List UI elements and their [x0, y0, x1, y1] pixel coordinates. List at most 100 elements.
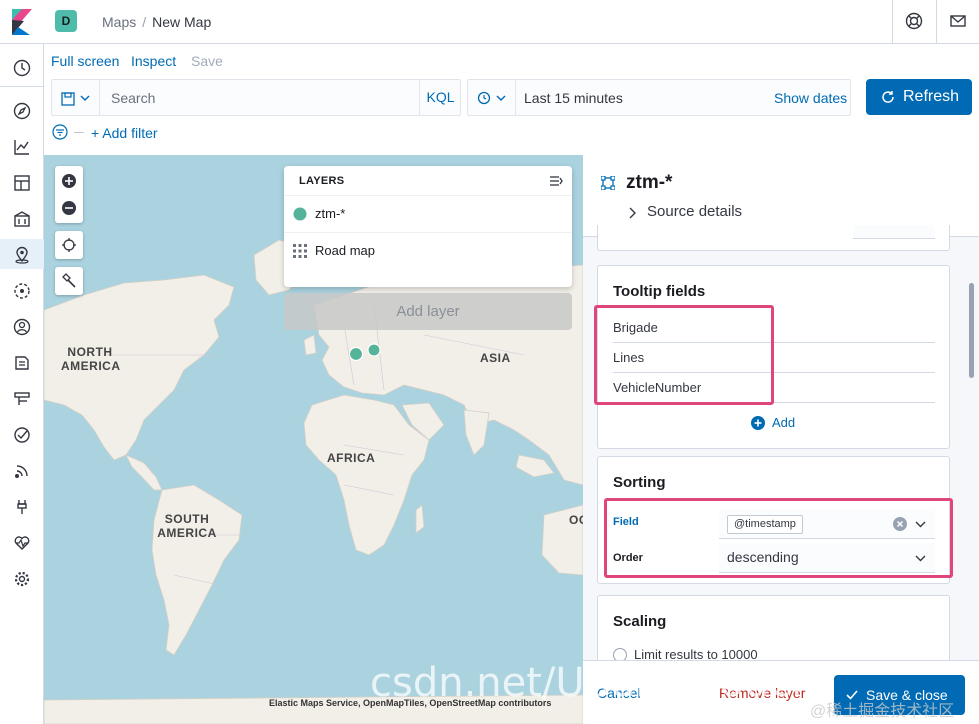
- map-label-africa: AFRICA: [327, 451, 376, 465]
- watermark-credit: @稀土掘金技术社区: [810, 703, 955, 720]
- date-picker: Last 15 minutes Show dates: [467, 79, 851, 116]
- refresh-icon: [882, 91, 894, 103]
- data-point: [367, 343, 381, 357]
- nav-canvas[interactable]: [0, 203, 44, 233]
- ml-icon: [14, 283, 30, 299]
- zoom-in-button[interactable]: [55, 168, 83, 194]
- kql-toggle[interactable]: KQL: [419, 80, 461, 115]
- full-screen-link[interactable]: Full screen: [51, 53, 119, 69]
- search-input[interactable]: [101, 80, 419, 115]
- zoom-in-icon: [62, 174, 76, 188]
- tooltip-fields-highlight: [594, 305, 774, 405]
- chevron-down-icon: [80, 95, 90, 101]
- nav-uptime[interactable]: [0, 419, 44, 449]
- vector-layer-icon: [601, 176, 615, 190]
- watermark-text: csdn.net/UbuntuTouch: [370, 660, 817, 706]
- map-label-north-america: NORTH AMERICA: [61, 345, 121, 373]
- space-avatar[interactable]: D: [55, 10, 77, 32]
- sorting-heading: Sorting: [613, 474, 666, 491]
- save-link[interactable]: Save: [191, 53, 223, 69]
- saved-query-button[interactable]: [52, 80, 100, 115]
- uptime-icon: [14, 427, 30, 443]
- breadcrumb-separator: /: [142, 14, 147, 30]
- filter-divider: [74, 132, 84, 133]
- tools-icon: [62, 273, 76, 288]
- zoom-out-icon: [62, 201, 76, 215]
- nav-siem[interactable]: [0, 455, 44, 485]
- infrastructure-icon: [13, 318, 31, 336]
- chevron-right-icon[interactable]: [629, 207, 637, 219]
- heartbeat-icon: [14, 536, 30, 550]
- inspect-link[interactable]: Inspect: [131, 53, 176, 69]
- dashboard-icon: [14, 175, 30, 191]
- nav-divider: [0, 86, 44, 87]
- show-dates-link[interactable]: Show dates: [774, 90, 847, 106]
- mail-button[interactable]: [936, 0, 979, 44]
- layer-name: Road map: [315, 243, 375, 258]
- nav-ml[interactable]: [0, 275, 44, 305]
- help-icon: [905, 12, 923, 30]
- nav-discover[interactable]: [0, 95, 44, 125]
- previous-panel-edge: [597, 225, 950, 251]
- layer-item-ztm[interactable]: ztm-*: [284, 195, 572, 232]
- add-tooltip-label: Add: [772, 415, 796, 430]
- plus-circle-icon: [751, 416, 765, 430]
- crosshair-icon: [62, 238, 76, 252]
- side-nav: [0, 44, 44, 724]
- nav-logs[interactable]: [0, 347, 44, 377]
- nav-dashboard[interactable]: [0, 167, 44, 197]
- nav-management[interactable]: [0, 563, 44, 593]
- nav-monitoring[interactable]: [0, 527, 44, 557]
- add-filter-link[interactable]: + Add filter: [91, 125, 158, 141]
- chevron-down-icon: [496, 95, 506, 101]
- top-header: D Maps / New Map: [0, 0, 979, 44]
- nav-apm[interactable]: [0, 383, 44, 413]
- collapse-layers-button[interactable]: [549, 174, 563, 190]
- add-layer-button[interactable]: Add layer: [284, 293, 572, 330]
- sorting-highlight: [604, 498, 953, 578]
- quick-select-button[interactable]: [468, 80, 516, 115]
- panel-scrollbar[interactable]: [969, 283, 974, 378]
- breadcrumb-new-map: New Map: [152, 14, 212, 30]
- map-label-asia: ASIA: [480, 351, 511, 365]
- zoom-out-button[interactable]: [55, 195, 83, 221]
- kibana-logo-icon[interactable]: [10, 9, 34, 35]
- collapse-icon: [550, 176, 563, 186]
- gear-icon: [14, 571, 30, 587]
- wrench-icon: [17, 500, 27, 514]
- map-label-oceania: OC: [569, 513, 583, 527]
- date-range-label[interactable]: Last 15 minutes: [524, 90, 623, 106]
- circle-icon: [293, 207, 307, 221]
- draw-tools-button[interactable]: [55, 267, 83, 295]
- help-button[interactable]: [892, 0, 935, 44]
- breadcrumb: Maps / New Map: [102, 14, 211, 30]
- scaling-heading: Scaling: [613, 613, 667, 630]
- ztm-data-points: [348, 343, 381, 362]
- set-view-button[interactable]: [55, 231, 83, 259]
- map-pin-icon: [15, 246, 29, 264]
- layers-title: LAYERS: [299, 175, 345, 187]
- nav-recent[interactable]: [0, 52, 44, 82]
- grid-icon: [293, 244, 307, 258]
- nav-infrastructure[interactable]: [0, 311, 44, 341]
- breadcrumb-maps[interactable]: Maps: [102, 14, 136, 30]
- layer-name: ztm-*: [315, 206, 346, 221]
- mail-icon: [950, 15, 966, 27]
- logs-icon: [15, 356, 29, 370]
- layer-control-panel: LAYERS ztm-* Road map: [284, 166, 572, 287]
- filter-options-button[interactable]: [52, 124, 68, 143]
- calendar-clock-icon: [477, 91, 491, 105]
- filter-icon: [52, 124, 68, 140]
- apm-icon: [14, 392, 30, 405]
- map-label-south-america: SOUTH AMERICA: [157, 512, 217, 540]
- layer-item-road-map[interactable]: Road map: [284, 232, 572, 269]
- compass-icon: [13, 102, 31, 120]
- save-icon: [61, 92, 75, 106]
- signal-icon: [15, 465, 28, 478]
- nav-maps[interactable]: [0, 239, 44, 269]
- source-details-toggle[interactable]: Source details: [647, 203, 742, 220]
- nav-dev-tools[interactable]: [0, 491, 44, 521]
- nav-visualize[interactable]: [0, 131, 44, 161]
- refresh-button[interactable]: Refresh: [866, 79, 972, 115]
- layer-editor-panel: ztm-* Source details Tooltip fields Brig…: [583, 155, 979, 724]
